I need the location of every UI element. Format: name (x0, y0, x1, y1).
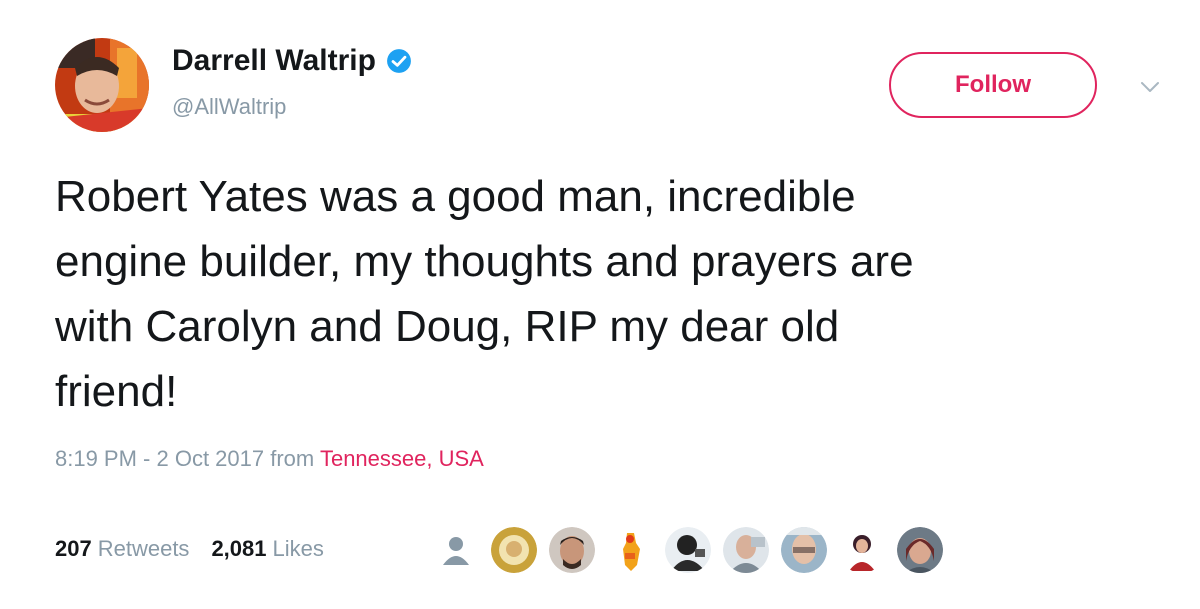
tweet-timestamp[interactable]: 8:19 PM - 2 Oct 2017 (55, 446, 264, 471)
liker-avatar-icon[interactable] (607, 527, 653, 573)
liker-avatar-icon[interactable] (723, 527, 769, 573)
chevron-down-icon[interactable] (1138, 78, 1162, 96)
retweets-count: 207 (55, 536, 92, 561)
author-handle[interactable]: @AllWaltrip (172, 94, 286, 120)
tweet-location[interactable]: Tennessee, USA (320, 446, 484, 471)
meta-from: from (270, 446, 315, 471)
liker-avatar-icon[interactable] (781, 527, 827, 573)
tweet-text: Robert Yates was a good man, incredible … (55, 172, 914, 416)
liker-avatar-icon[interactable] (839, 527, 885, 573)
retweets-stat[interactable]: 207 Retweets (55, 536, 189, 562)
follow-button[interactable]: Follow (889, 52, 1097, 118)
tweet-stats: 207 Retweets 2,081 Likes (55, 536, 324, 562)
likes-count: 2,081 (211, 536, 267, 561)
author-name-row: Darrell Waltrip (172, 44, 412, 78)
liker-avatar-icon[interactable] (897, 527, 943, 573)
likers-avatars (433, 527, 955, 573)
author-avatar[interactable] (55, 38, 149, 132)
liker-avatar-icon[interactable] (549, 527, 595, 573)
verified-badge-icon (386, 48, 412, 74)
liker-avatar-default-icon[interactable] (433, 527, 479, 573)
avatar-photo-icon (55, 38, 149, 132)
liker-avatar-icon[interactable] (491, 527, 537, 573)
likes-label: Likes (272, 536, 324, 561)
liker-avatar-icon[interactable] (665, 527, 711, 573)
author-name[interactable]: Darrell Waltrip (172, 44, 376, 78)
tweet-meta: 8:19 PM - 2 Oct 2017 from Tennessee, USA (55, 446, 484, 472)
likes-stat[interactable]: 2,081 Likes (211, 536, 323, 562)
retweets-label: Retweets (97, 536, 190, 561)
